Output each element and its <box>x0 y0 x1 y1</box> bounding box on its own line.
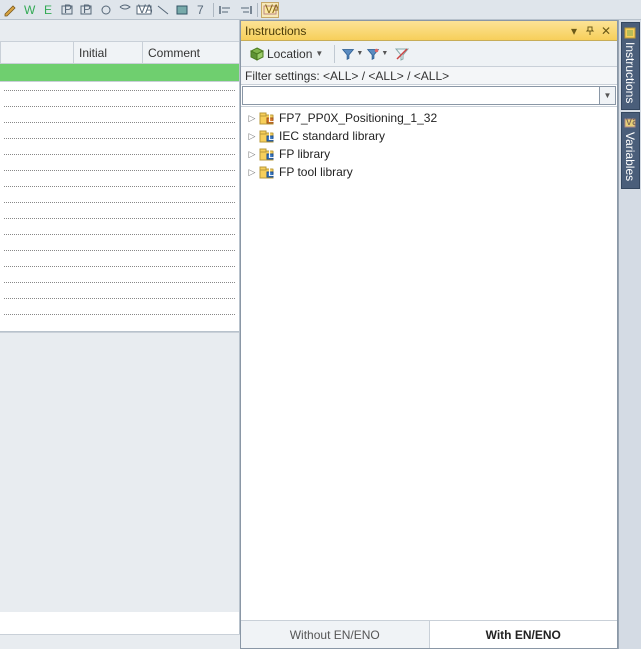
panel-titlebar[interactable]: Instructions ▾ ✕ <box>241 21 617 41</box>
svg-text:E: E <box>44 3 52 17</box>
tree-item-label: FP library <box>277 147 330 161</box>
tree-item-label: FP tool library <box>277 165 353 179</box>
svg-text:var: var <box>626 117 636 128</box>
tree-item-label: FP7_PP0X_Positioning_1_32 <box>277 111 437 125</box>
chevron-down-icon: ▼ <box>315 49 323 58</box>
toolbar-btn-s[interactable] <box>116 2 134 18</box>
svg-text:P: P <box>64 3 72 16</box>
align-right-icon[interactable] <box>236 2 254 18</box>
tree-item[interactable]: ▷ DFP7_PP0X_Positioning_1_32 <box>241 109 617 127</box>
svg-text:D: D <box>268 129 275 143</box>
side-tab-instructions[interactable]: Instructions <box>621 22 640 110</box>
tab-without-en-eno[interactable]: Without EN/ENO <box>241 621 430 648</box>
instructions-tree[interactable]: ▷DFP7_PP0X_Positioning_1_32▷DIEC standar… <box>241 107 617 620</box>
expander-icon[interactable]: ▷ <box>247 113 257 124</box>
cube-icon <box>250 47 264 61</box>
toolbar-separator <box>334 45 335 63</box>
svg-text:P: P <box>83 3 91 16</box>
close-icon[interactable]: ✕ <box>599 24 613 38</box>
tab-with-en-eno[interactable]: With EN/ENO <box>430 621 618 648</box>
toolbar-btn-p1[interactable]: P <box>59 2 77 18</box>
main-toolbar: W E P P VAR 7 VAR <box>0 0 641 20</box>
expander-icon[interactable]: ▷ <box>247 149 257 160</box>
filter-settings-text: Filter settings: <ALL> / <ALL> / <ALL> <box>245 69 449 83</box>
grid-col-comment[interactable]: Comment <box>142 42 239 63</box>
library-icon: D <box>259 147 275 161</box>
align-left-icon[interactable] <box>217 2 235 18</box>
ladder-editor[interactable] <box>0 82 239 332</box>
var-box-icon[interactable]: VAR <box>261 2 279 18</box>
filter-funnel-icon[interactable]: ▼ <box>341 44 363 64</box>
expander-icon[interactable]: ▷ <box>247 131 257 142</box>
tree-item[interactable]: ▷ DIEC standard library <box>241 127 617 145</box>
variables-icon: var <box>623 117 637 129</box>
svg-text:VAR: VAR <box>138 3 152 16</box>
tree-item-label: IEC standard library <box>277 129 385 143</box>
variables-grid-area: Initial Comment <box>0 20 240 634</box>
panel-toolbar: Location ▼ ▼ ▼ <box>241 41 617 67</box>
instructions-panel: Instructions ▾ ✕ Location ▼ ▼ ▼ Filter s… <box>240 20 618 649</box>
search-row: ▼ <box>241 85 617 107</box>
panel-bottom-tabs: Without EN/ENO With EN/ENO <box>241 620 617 648</box>
side-tab-label: Instructions <box>623 42 637 103</box>
filter-clear-icon[interactable] <box>391 44 413 64</box>
library-icon: D <box>259 129 275 143</box>
svg-text:D: D <box>268 147 275 161</box>
expander-icon[interactable]: ▷ <box>247 167 257 178</box>
instructions-icon <box>623 27 637 39</box>
pencil-icon[interactable] <box>2 2 20 18</box>
grid-col-blank[interactable] <box>0 42 73 63</box>
location-button[interactable]: Location ▼ <box>245 44 328 64</box>
svg-text:7: 7 <box>197 3 204 17</box>
tree-item[interactable]: ▷ DFP library <box>241 145 617 163</box>
toolbar-separator <box>213 3 214 17</box>
side-tab-variables[interactable]: var Variables <box>621 112 640 188</box>
toolbar-btn-e[interactable]: E <box>40 2 58 18</box>
toolbar-btn-var[interactable]: VAR <box>135 2 153 18</box>
side-tab-strip: Instructions var Variables <box>618 20 641 649</box>
filter-funnel-2-icon[interactable]: ▼ <box>366 44 388 64</box>
dropdown-icon[interactable]: ▾ <box>567 24 581 38</box>
search-input[interactable] <box>242 86 600 105</box>
grid-top-spacer <box>0 20 239 42</box>
pin-icon[interactable] <box>583 24 597 38</box>
toolbar-separator <box>257 3 258 17</box>
toolbar-btn-b[interactable] <box>173 2 191 18</box>
toolbar-btn-l[interactable] <box>154 2 172 18</box>
search-dropdown-button[interactable]: ▼ <box>600 86 616 105</box>
grid-blank-area <box>0 332 239 612</box>
status-bar <box>0 634 240 649</box>
toolbar-btn-p2[interactable]: P <box>78 2 96 18</box>
library-icon: D <box>259 165 275 179</box>
grid-col-initial[interactable]: Initial <box>73 42 142 63</box>
location-label: Location <box>267 47 312 61</box>
svg-text:W: W <box>24 3 36 17</box>
grid-selected-row[interactable] <box>0 64 239 82</box>
grid-header: Initial Comment <box>0 42 239 64</box>
svg-text:D: D <box>268 111 275 125</box>
panel-title-text: Instructions <box>245 24 565 38</box>
library-icon: D <box>259 111 275 125</box>
toolbar-btn-7[interactable]: 7 <box>192 2 210 18</box>
filter-settings-row: Filter settings: <ALL> / <ALL> / <ALL> <box>241 67 617 85</box>
toolbar-btn-w[interactable]: W <box>21 2 39 18</box>
toolbar-btn-d[interactable] <box>97 2 115 18</box>
svg-text:VAR: VAR <box>265 3 278 16</box>
tree-item[interactable]: ▷ DFP tool library <box>241 163 617 181</box>
svg-text:D: D <box>268 165 275 179</box>
side-tab-label: Variables <box>623 132 637 181</box>
